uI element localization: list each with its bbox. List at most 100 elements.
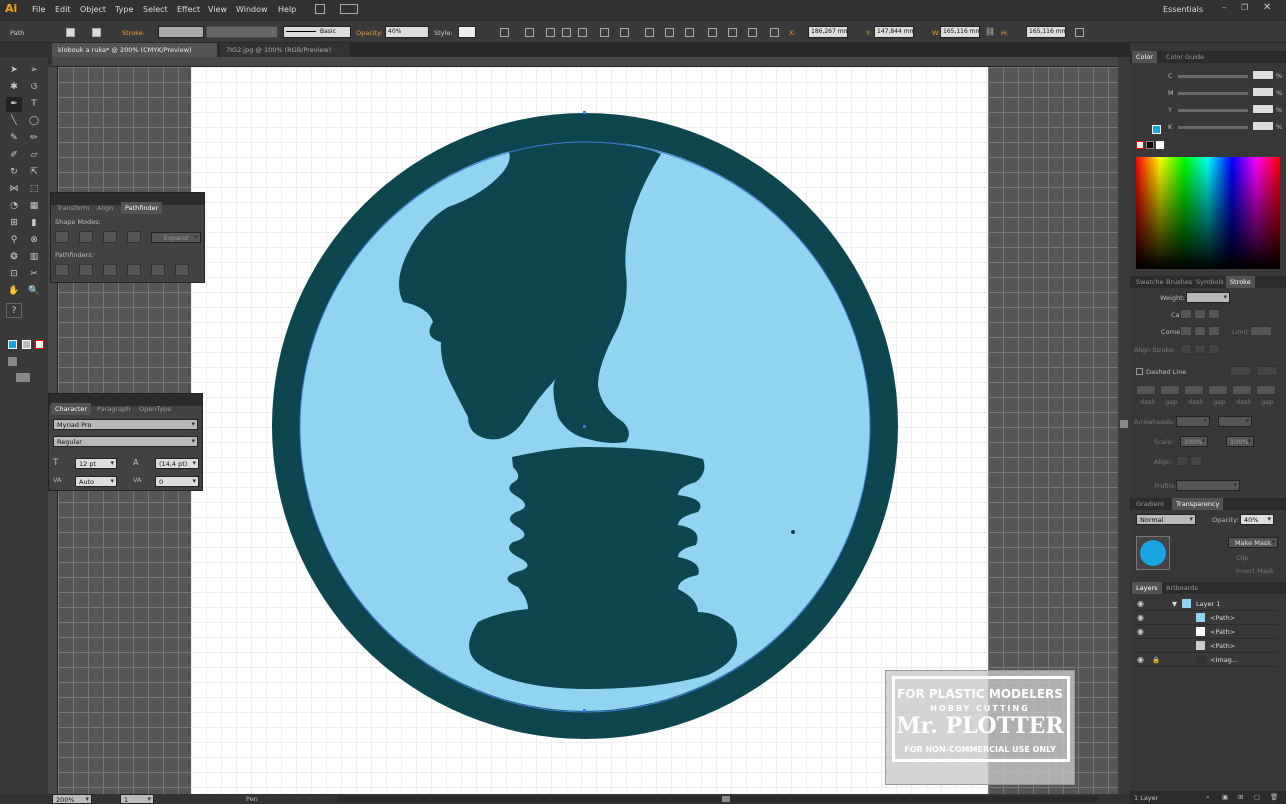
align-center-stroke-icon[interactable] — [1180, 344, 1192, 354]
selection-tool-icon[interactable]: ➤ — [6, 63, 22, 78]
tab-symbols[interactable]: Symbols — [1192, 276, 1228, 288]
stroke-swatch[interactable] — [92, 28, 101, 37]
tab-color[interactable]: Color — [1132, 51, 1157, 63]
gap-field-3[interactable] — [1256, 385, 1276, 395]
distribute-top-icon[interactable] — [645, 28, 654, 37]
menu-window[interactable]: Window — [236, 5, 268, 14]
graph-icon[interactable]: ▥ — [26, 250, 42, 265]
eyedropper-icon[interactable]: ⚲ — [6, 233, 22, 248]
align-outside-stroke-icon[interactable] — [1208, 344, 1220, 354]
brush-dropdown[interactable]: Basic — [283, 26, 351, 38]
stray-point[interactable] — [791, 530, 795, 534]
lasso-icon[interactable]: ଓ — [26, 80, 42, 95]
dash-field-3[interactable] — [1232, 385, 1252, 395]
tab-align[interactable]: Align — [93, 202, 117, 214]
maximize-icon[interactable]: ❐ — [1241, 3, 1248, 12]
visibility-eye-icon[interactable]: ◉ — [1137, 613, 1144, 622]
bridge-icon[interactable] — [315, 4, 325, 14]
butt-cap-icon[interactable] — [1180, 309, 1192, 319]
clipping-mask-icon[interactable]: ▣ — [1222, 793, 1228, 801]
tab-gradient[interactable]: Gradient — [1132, 498, 1168, 510]
vertical-scroll-thumb[interactable] — [1120, 420, 1128, 428]
new-sublayer-icon[interactable]: ⊞ — [1238, 793, 1243, 801]
black-slider[interactable] — [1178, 126, 1248, 129]
arrange-documents-icon[interactable] — [340, 4, 358, 14]
exclude-icon[interactable] — [127, 231, 141, 243]
layer-name[interactable]: <Imag... — [1210, 656, 1238, 664]
type-tool-icon[interactable]: T — [26, 97, 42, 112]
align-middle-icon[interactable] — [600, 28, 609, 37]
align-top-icon[interactable] — [578, 28, 587, 37]
distribute-left-icon[interactable] — [708, 28, 717, 37]
align-center-icon[interactable] — [546, 28, 555, 37]
minus-back-icon[interactable] — [175, 264, 189, 276]
divide-icon[interactable] — [55, 264, 69, 276]
tab-stroke[interactable]: Stroke — [1226, 276, 1255, 288]
cyan-field[interactable] — [1252, 70, 1274, 80]
gradient-mode-icon[interactable] — [22, 340, 31, 349]
menu-edit[interactable]: Edit — [55, 5, 71, 14]
arrow-tip-icon[interactable] — [1176, 456, 1188, 466]
delete-layer-icon[interactable]: 🗑 — [1270, 793, 1278, 801]
variable-width-dropdown[interactable] — [206, 26, 278, 38]
distribute-center-icon[interactable] — [728, 28, 737, 37]
layer-row[interactable]: <Path> — [1134, 639, 1278, 653]
gap-field-1[interactable] — [1160, 385, 1180, 395]
width-tool-icon[interactable]: ⋈ — [6, 182, 22, 197]
trim-icon[interactable] — [79, 264, 93, 276]
workspace-switcher[interactable]: Essentials — [1163, 5, 1203, 14]
menu-type[interactable]: Type — [115, 5, 133, 14]
expand-button[interactable]: Expand — [151, 232, 201, 243]
bevel-join-icon[interactable] — [1208, 326, 1220, 336]
start-arrowhead-dropdown[interactable] — [1176, 416, 1210, 427]
tab-transparency[interactable]: Transparency — [1172, 498, 1224, 510]
blend-icon[interactable]: ⊗ — [26, 233, 42, 248]
square-cap-icon[interactable] — [1208, 309, 1220, 319]
dash-align-icon[interactable] — [1256, 366, 1278, 376]
stroke-label[interactable]: Stroke: — [122, 29, 145, 37]
tab-klobouk[interactable]: klobouk a ruka* @ 200% (CMYK/Preview) — [52, 43, 217, 57]
mesh-icon[interactable]: ⊞ — [6, 216, 22, 231]
crop-icon[interactable] — [127, 264, 141, 276]
tab-pathfinder[interactable]: Pathfinder — [121, 202, 163, 214]
menu-effect[interactable]: Effect — [177, 5, 200, 14]
direct-selection-tool-icon[interactable]: ➢ — [26, 63, 42, 78]
limit-field[interactable] — [1250, 326, 1272, 336]
yellow-slider[interactable] — [1178, 109, 1248, 112]
cyan-slider[interactable] — [1178, 75, 1248, 78]
horizontal-ruler[interactable] — [52, 57, 1118, 67]
magenta-field[interactable] — [1252, 87, 1274, 97]
arrow-end-icon[interactable] — [1190, 456, 1202, 466]
align-left-icon[interactable] — [525, 28, 534, 37]
dashed-line-checkbox[interactable] — [1136, 368, 1143, 375]
locate-object-icon[interactable]: ⌕ — [1206, 793, 1210, 802]
intersect-icon[interactable] — [103, 231, 117, 243]
w-field[interactable]: 165,116 mm — [940, 26, 980, 38]
slice-icon[interactable]: ✂ — [26, 267, 42, 282]
y-field[interactable]: 147,844 mm — [874, 26, 914, 38]
transform-options-icon[interactable] — [1075, 28, 1084, 37]
line-tool-icon[interactable]: ╲ — [6, 114, 22, 129]
pencil-icon[interactable]: ✏ — [26, 131, 42, 146]
layer-name[interactable]: <Path> — [1210, 642, 1235, 650]
artboard-tool-icon[interactable]: ⊡ — [6, 267, 22, 282]
menu-help[interactable]: Help — [278, 5, 296, 14]
tab-character[interactable]: Character — [51, 403, 92, 415]
tab-artboards[interactable]: Artboards — [1162, 582, 1202, 594]
symbol-sprayer-icon[interactable]: ❂ — [6, 250, 22, 265]
eraser-icon[interactable]: ▱ — [26, 148, 42, 163]
round-cap-icon[interactable] — [1194, 309, 1206, 319]
opacity-field[interactable]: 40% — [385, 26, 429, 38]
tab-color-guide[interactable]: Color Guide — [1162, 51, 1208, 63]
end-arrowhead-dropdown[interactable] — [1218, 416, 1252, 427]
screen-mode-icon[interactable] — [16, 373, 30, 382]
layer-row[interactable]: ◉ <Path> — [1134, 625, 1278, 639]
perspective-grid-icon[interactable]: ▦ — [26, 199, 42, 214]
miter-join-icon[interactable] — [1180, 326, 1192, 336]
dash-field-2[interactable] — [1184, 385, 1204, 395]
visibility-eye-icon[interactable]: ◉ — [1137, 627, 1144, 636]
recolor-icon[interactable] — [500, 28, 509, 37]
anchor-bottom[interactable] — [583, 709, 586, 712]
expand-triangle-icon[interactable]: ▼ — [1172, 600, 1177, 608]
leading-field[interactable]: (14,4 pt) — [155, 458, 199, 469]
